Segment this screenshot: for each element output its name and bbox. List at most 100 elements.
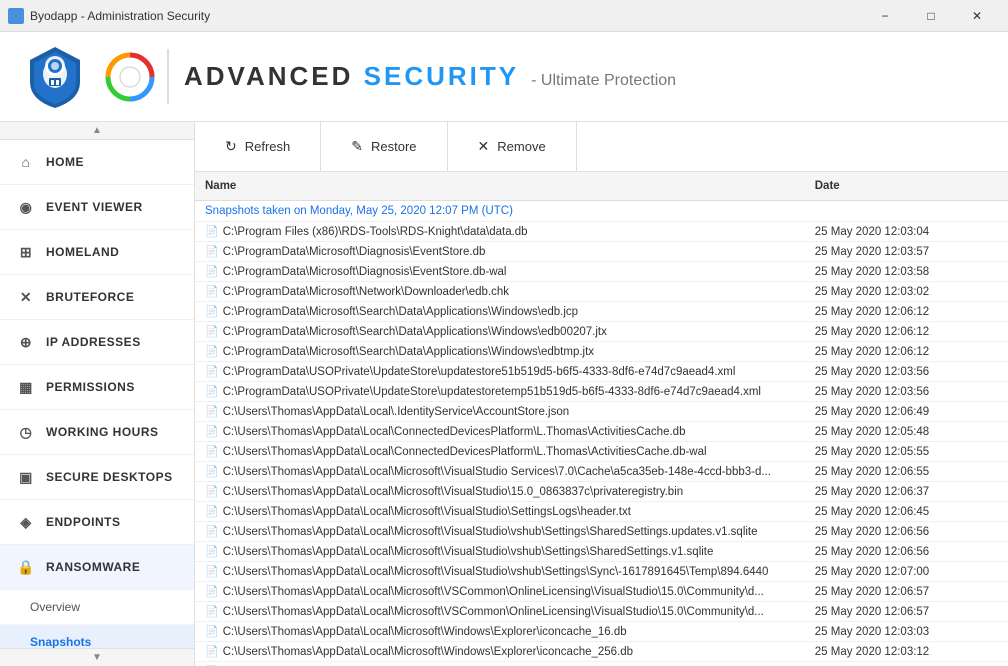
file-date: 25 May 2020 12:05:48: [805, 422, 1008, 442]
table-row[interactable]: 📄C:\ProgramData\USOPrivate\UpdateStore\u…: [195, 382, 1008, 402]
file-icon: 📄: [205, 486, 219, 498]
file-date: 25 May 2020 12:03:04: [805, 222, 1008, 242]
ip-icon: ⊕: [16, 332, 36, 352]
sidebar-item-event-viewer[interactable]: ◉ EVENT VIEWER: [0, 185, 194, 230]
file-date: 25 May 2020 12:03:02: [805, 282, 1008, 302]
sidebar-item-homeland[interactable]: ⊞ HOMELAND: [0, 230, 194, 275]
sidebar-item-bruteforce[interactable]: ✕ BRUTEFORCE: [0, 275, 194, 320]
table-row[interactable]: 📄C:\Users\Thomas\AppData\Local\Microsoft…: [195, 582, 1008, 602]
file-icon: 📄: [205, 406, 219, 418]
table-row[interactable]: 📄C:\Users\Thomas\AppData\Local\Microsoft…: [195, 602, 1008, 622]
table-row[interactable]: 📄C:\Users\Thomas\AppData\Local\Connected…: [195, 442, 1008, 462]
table-row[interactable]: 📄C:\ProgramData\Microsoft\Search\Data\Ap…: [195, 322, 1008, 342]
table-row[interactable]: 📄C:\Users\Thomas\AppData\Local\Microsoft…: [195, 562, 1008, 582]
table-row[interactable]: 📄C:\Users\Thomas\AppData\Local\Microsoft…: [195, 462, 1008, 482]
sidebar-label-event-viewer: EVENT VIEWER: [46, 200, 143, 214]
file-icon: 📄: [205, 346, 219, 358]
file-date: 25 May 2020 12:03:03: [805, 622, 1008, 642]
file-icon: 📄: [205, 566, 219, 578]
table-row[interactable]: 📄C:\Users\Thomas\AppData\Local\Microsoft…: [195, 522, 1008, 542]
table-row[interactable]: 📄C:\Users\Thomas\AppData\Local\.Identity…: [195, 402, 1008, 422]
main-content: ↻ Refresh ✎ Restore ✕ Remove Name Date: [195, 122, 1008, 666]
table-row[interactable]: 📄C:\Users\Thomas\AppData\Local\Microsoft…: [195, 662, 1008, 666]
maximize-button[interactable]: □: [908, 0, 954, 32]
table-row[interactable]: 📄C:\Users\Thomas\AppData\Local\Microsoft…: [195, 622, 1008, 642]
file-date: 25 May 2020 12:06:57: [805, 602, 1008, 622]
file-icon: 📄: [205, 646, 219, 658]
table-row[interactable]: 📄C:\Users\Thomas\AppData\Local\Microsoft…: [195, 502, 1008, 522]
file-icon: 📄: [205, 506, 219, 518]
file-icon: 📄: [205, 366, 219, 378]
file-icon: 📄: [205, 446, 219, 458]
file-date: 25 May 2020 12:06:37: [805, 482, 1008, 502]
remove-icon: ✕: [478, 138, 490, 155]
file-icon: 📄: [205, 246, 219, 258]
minimize-button[interactable]: −: [862, 0, 908, 32]
table-row[interactable]: 📄C:\Users\Thomas\AppData\Local\Microsoft…: [195, 542, 1008, 562]
file-icon: 📄: [205, 226, 219, 238]
file-path: 📄C:\Users\Thomas\AppData\Local\Microsoft…: [195, 662, 805, 666]
file-icon: 📄: [205, 546, 219, 558]
header: ADVANCED SECURITY - Ultimate Protection: [0, 32, 1008, 122]
file-path: 📄C:\ProgramData\Microsoft\Search\Data\Ap…: [195, 322, 805, 342]
close-button[interactable]: ✕: [954, 0, 1000, 32]
overview-label: Overview: [30, 600, 80, 614]
sidebar-item-home[interactable]: ⌂ HOME: [0, 140, 194, 185]
table-row[interactable]: 📄C:\ProgramData\Microsoft\Search\Data\Ap…: [195, 302, 1008, 322]
brand-circle-logo: [105, 52, 155, 102]
sidebar-sub-overview[interactable]: Overview: [0, 590, 194, 625]
window-controls: − □ ✕: [862, 0, 1000, 32]
table-row[interactable]: 📄C:\Program Files (x86)\RDS-Tools\RDS-Kn…: [195, 222, 1008, 242]
snapshots-table-container[interactable]: Name Date Snapshots taken on Monday, May…: [195, 172, 1008, 666]
file-date: 25 May 2020 12:06:45: [805, 502, 1008, 522]
table-row[interactable]: 📄C:\Users\Thomas\AppData\Local\Microsoft…: [195, 482, 1008, 502]
sidebar-item-secure-desktops[interactable]: ▣ SECURE DESKTOPS: [0, 455, 194, 500]
table-row[interactable]: 📄C:\ProgramData\Microsoft\Network\Downlo…: [195, 282, 1008, 302]
file-icon: 📄: [205, 586, 219, 598]
table-row[interactable]: 📄C:\ProgramData\Microsoft\Diagnosis\Even…: [195, 242, 1008, 262]
file-path: 📄C:\Users\Thomas\AppData\Local\Microsoft…: [195, 502, 805, 522]
refresh-button[interactable]: ↻ Refresh: [195, 122, 321, 171]
sidebar-item-endpoints[interactable]: ◈ ENDPOINTS: [0, 500, 194, 545]
file-icon: 📄: [205, 626, 219, 638]
file-path: 📄C:\ProgramData\USOPrivate\UpdateStore\u…: [195, 362, 805, 382]
table-row[interactable]: 📄C:\ProgramData\USOPrivate\UpdateStore\u…: [195, 362, 1008, 382]
file-icon: 📄: [205, 466, 219, 478]
table-row[interactable]: 📄C:\ProgramData\Microsoft\Diagnosis\Even…: [195, 262, 1008, 282]
title-bar-text: Byodapp - Administration Security: [30, 9, 862, 23]
file-date: 25 May 2020 12:06:56: [805, 522, 1008, 542]
home-icon: ⌂: [16, 152, 36, 172]
file-date: 25 May 2020 12:03:56: [805, 382, 1008, 402]
file-path: 📄C:\Users\Thomas\AppData\Local\Connected…: [195, 422, 805, 442]
file-date: 25 May 2020 12:03:57: [805, 242, 1008, 262]
brand-subtitle: - Ultimate Protection: [531, 72, 676, 90]
restore-label: Restore: [371, 139, 417, 154]
section-header-row: Snapshots taken on Monday, May 25, 2020 …: [195, 201, 1008, 222]
file-path: 📄C:\ProgramData\Microsoft\Search\Data\Ap…: [195, 302, 805, 322]
file-path: 📄C:\Users\Thomas\AppData\Local\Microsoft…: [195, 482, 805, 502]
homeland-icon: ⊞: [16, 242, 36, 262]
sidebar-scroll-down[interactable]: ▼: [0, 648, 194, 666]
file-icon: 📄: [205, 606, 219, 618]
sidebar-item-working-hours[interactable]: ◷ WORKING HOURS: [0, 410, 194, 455]
file-icon: 📄: [205, 306, 219, 318]
permissions-icon: ▦: [16, 377, 36, 397]
sidebar-item-permissions[interactable]: ▦ PERMISSIONS: [0, 365, 194, 410]
sidebar-scroll-up[interactable]: ▲: [0, 122, 194, 140]
refresh-label: Refresh: [245, 139, 291, 154]
sidebar-item-ip-addresses[interactable]: ⊕ IP ADDRESSES: [0, 320, 194, 365]
ransomware-icon: 🔒: [16, 557, 36, 577]
section-header-text: Snapshots taken on Monday, May 25, 2020 …: [195, 201, 1008, 222]
table-row[interactable]: 📄C:\ProgramData\Microsoft\Search\Data\Ap…: [195, 342, 1008, 362]
sidebar-label-homeland: HOMELAND: [46, 245, 119, 259]
file-icon: 📄: [205, 326, 219, 338]
table-row[interactable]: 📄C:\Users\Thomas\AppData\Local\Connected…: [195, 422, 1008, 442]
table-row[interactable]: 📄C:\Users\Thomas\AppData\Local\Microsoft…: [195, 642, 1008, 662]
file-date: 25 May 2020 12:06:57: [805, 582, 1008, 602]
sidebar-item-ransomware[interactable]: 🔒 RANSOMWARE: [0, 545, 194, 590]
file-date: 25 May 2020 12:06:55: [805, 462, 1008, 482]
remove-button[interactable]: ✕ Remove: [448, 122, 577, 171]
file-date: 25 May 2020 12:06:12: [805, 322, 1008, 342]
file-icon: 📄: [205, 286, 219, 298]
restore-button[interactable]: ✎ Restore: [321, 122, 447, 171]
